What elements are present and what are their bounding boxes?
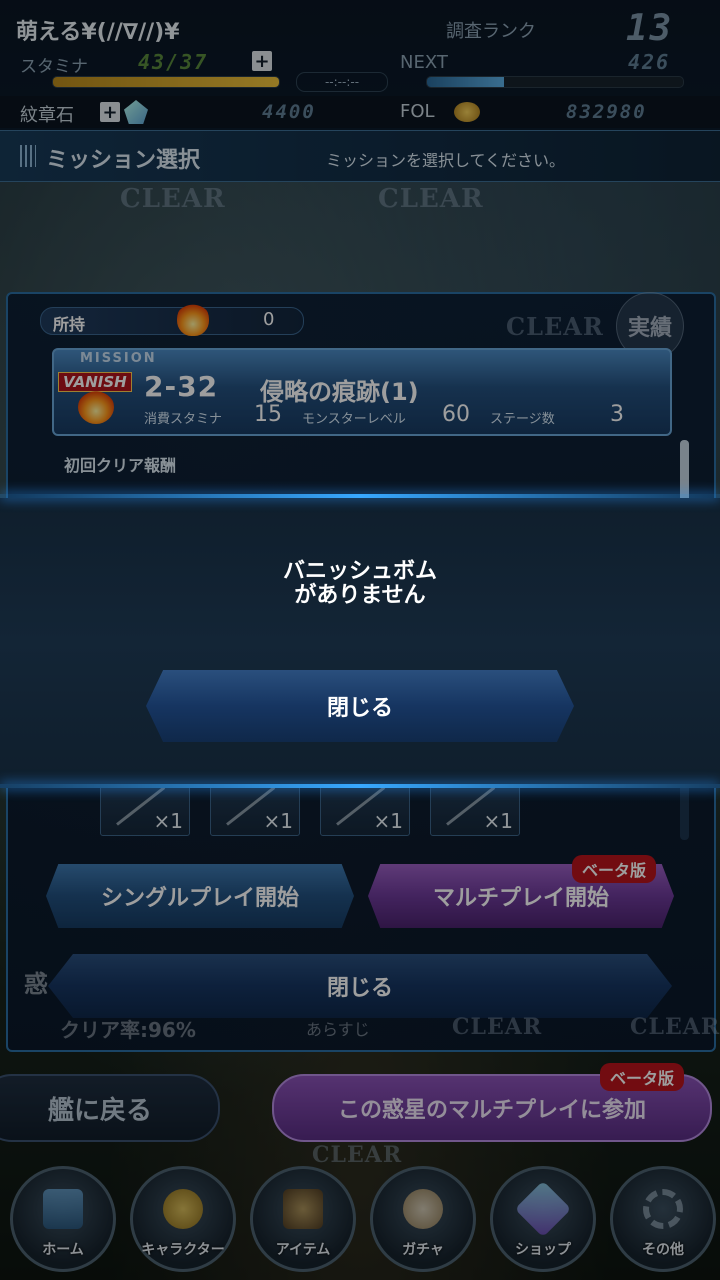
- alert-message-line2: がありません: [294, 583, 426, 608]
- alert-close-button[interactable]: 閉じる: [146, 670, 574, 742]
- alert-message-line1: バニッシュボム: [282, 559, 437, 584]
- alert-dialog: [0, 498, 720, 788]
- alert-message: バニッシュボム がありません: [0, 560, 720, 608]
- modal-top-glow: [0, 494, 720, 498]
- modal-bottom-glow: [0, 784, 720, 788]
